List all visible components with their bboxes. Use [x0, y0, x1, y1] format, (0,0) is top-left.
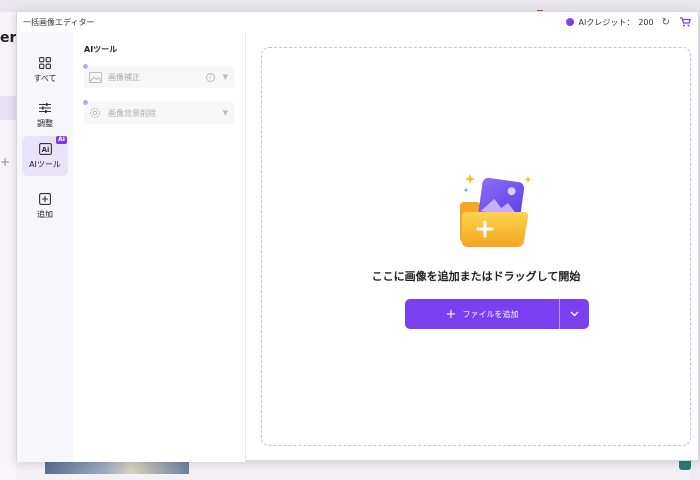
info-icon[interactable]: i	[205, 72, 215, 82]
tool-label: 画像補正	[108, 72, 140, 82]
background-left-panel	[0, 12, 16, 480]
rail-item-label: すべて	[33, 74, 57, 83]
credits-value: 200	[638, 17, 654, 27]
add-file-button-group: + ファイルを追加	[405, 299, 589, 329]
grid-icon	[38, 56, 52, 70]
background-plus-icon: +	[0, 155, 11, 169]
enhance-image-icon	[88, 71, 102, 83]
status-dot	[82, 99, 89, 106]
rail-item-all[interactable]: すべて	[22, 50, 68, 90]
rail-item-ai-tools[interactable]: AI Ai AIツール	[22, 136, 68, 176]
tool-image-enhance[interactable]: 画像補正 i ▼	[82, 63, 234, 88]
cart-icon[interactable]	[678, 16, 692, 28]
folder-image-add-illustration	[458, 172, 536, 252]
add-file-label: ファイルを追加	[462, 309, 519, 319]
drop-prompt: ここに画像を追加またはドラッグして開始	[371, 270, 581, 283]
refresh-icon[interactable]: ↻	[662, 17, 670, 28]
background-selected-item	[0, 96, 16, 120]
panel-title: AIツール	[84, 45, 118, 54]
window-title: 一括画像エディター	[23, 17, 95, 27]
rail-item-label: AIツール	[29, 160, 61, 169]
add-file-button[interactable]: + ファイルを追加	[405, 299, 559, 329]
plus-icon: +	[445, 306, 457, 322]
batch-editor-dialog: 一括画像エディター AIクレジット： 200 ↻ すべて 調整 AI Ai AI…	[16, 11, 699, 462]
background-title-fragment: er	[0, 30, 17, 46]
sliders-icon	[38, 101, 52, 115]
rail-item-label: 追加	[37, 210, 53, 219]
tool-label: 画像背景削除	[108, 108, 156, 118]
ai-credits[interactable]: AIクレジット： 200 ↻	[566, 17, 670, 28]
rail-item-adjust[interactable]: 調整	[22, 95, 68, 135]
title-bar: 一括画像エディター AIクレジット： 200 ↻	[17, 12, 698, 32]
rail-item-label: 調整	[37, 119, 53, 128]
credit-coin-icon	[566, 18, 575, 26]
add-square-icon	[38, 192, 52, 206]
status-dot	[82, 63, 89, 70]
remove-background-icon	[88, 107, 102, 119]
svg-text:Ai: Ai	[41, 146, 49, 154]
chevron-down-icon	[570, 310, 579, 319]
ai-badge: AI	[56, 136, 67, 144]
tool-background-removal[interactable]: 画像背景削除 ▼	[82, 99, 234, 124]
chevron-down-icon[interactable]: ▼	[223, 109, 228, 117]
tools-panel: AIツール 画像補正 i ▼ 画像背景削除 ▼	[73, 32, 246, 462]
left-rail: すべて 調整 AI Ai AIツール 追加	[17, 32, 73, 462]
credits-label: AIクレジット：	[578, 17, 635, 27]
rail-item-add[interactable]: 追加	[22, 186, 68, 226]
drop-zone[interactable]: ここに画像を追加またはドラッグして開始 + ファイルを追加	[261, 47, 691, 446]
chevron-down-icon[interactable]: ▼	[223, 73, 228, 81]
add-file-dropdown-button[interactable]	[559, 299, 589, 329]
ai-tool-icon: Ai	[38, 142, 52, 156]
